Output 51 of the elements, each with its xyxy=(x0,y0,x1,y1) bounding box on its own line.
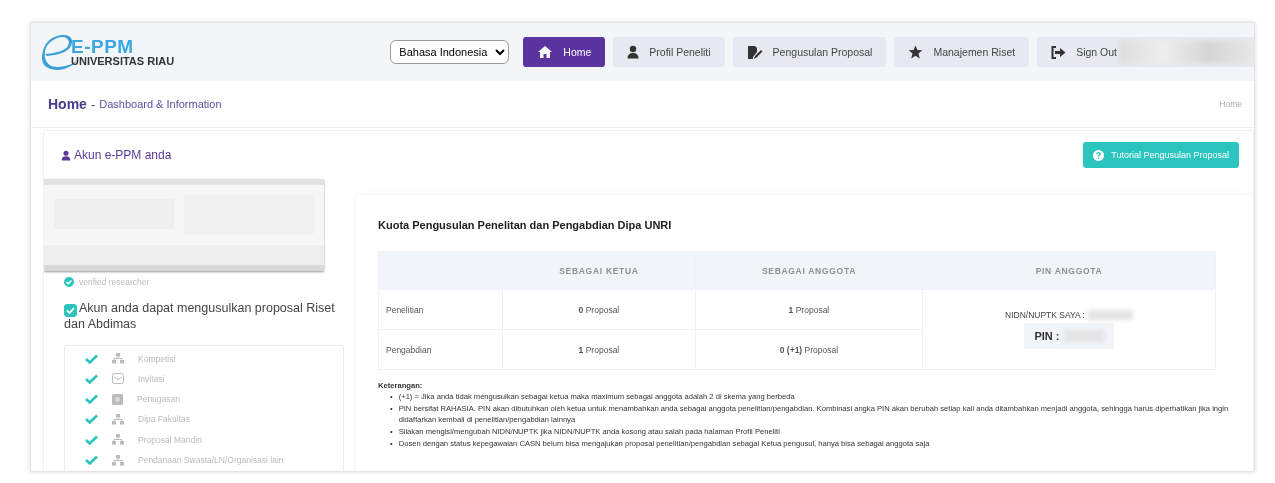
check-icon xyxy=(85,455,98,465)
check-icon xyxy=(85,414,98,425)
check-icon xyxy=(85,394,98,405)
check-icon xyxy=(85,353,98,364)
nav-button[interactable]: Sign Out xyxy=(1037,37,1254,67)
page-title: Home xyxy=(48,96,87,112)
scheme-label: Invitasi xyxy=(138,373,165,384)
star-icon xyxy=(908,45,924,59)
square-icon xyxy=(112,393,123,405)
column-header: SEBAGAI ANGGOTA xyxy=(695,251,923,290)
language-select[interactable]: Bahasa Indonesia xyxy=(390,40,510,64)
page-subtitle: Dashboard & Information xyxy=(99,98,222,110)
scheme-label: Penugasan xyxy=(137,394,180,405)
nav-button[interactable]: Pengusulan Proposal xyxy=(732,37,887,67)
sign-out-icon xyxy=(1051,45,1067,59)
nav-button[interactable]: Profil Peneliti xyxy=(613,37,725,67)
table-cell: 1 Proposal xyxy=(695,289,923,330)
document-pen-icon xyxy=(746,44,763,60)
scheme-label: Dipa Fakultas xyxy=(138,414,190,425)
home-icon xyxy=(537,45,554,59)
check-icon xyxy=(85,373,98,384)
logo-title: E-PPM xyxy=(71,37,135,56)
column-header: SEBAGAI KETUA xyxy=(502,251,696,290)
pin-box: PIN : xyxy=(1024,323,1114,349)
sitemap-icon xyxy=(112,353,124,364)
check-icon xyxy=(85,434,98,445)
quota-title: Kuota Pengusulan Penelitan dan Pengabdian Dipa UNRI xyxy=(378,219,673,231)
eligibility-text: Akun anda dapat mengusulkan proposal Riset dan Abdimas xyxy=(64,301,336,332)
table-cell: 0 Proposal xyxy=(502,289,696,330)
column-header: PIN ANGGOTA xyxy=(922,251,1216,290)
section-title: Akun e-PPM anda xyxy=(74,148,172,162)
sitemap-icon xyxy=(112,434,124,446)
nav-button[interactable]: Home xyxy=(523,37,606,67)
table-cell: 1 Proposal xyxy=(502,329,696,370)
blurred-nidn xyxy=(1088,310,1133,320)
verified-label: verified researcher xyxy=(79,277,150,287)
sitemap-icon xyxy=(112,413,124,425)
help-icon xyxy=(1093,149,1105,161)
scheme-label: Kompetisi xyxy=(138,353,176,364)
table-cell: Penelitian xyxy=(378,289,503,330)
scheme-label: Proposal Mandiri xyxy=(138,434,202,445)
table-cell: Pengabdian xyxy=(378,329,503,370)
sitemap-icon xyxy=(112,454,124,466)
nidn-label: NIDN/NUPTK SAYA : xyxy=(1005,310,1085,320)
logo-subtitle: UNIVERSITAS RIAU xyxy=(71,56,175,67)
user-icon xyxy=(61,149,71,161)
envelope-icon xyxy=(112,373,124,385)
nav-button[interactable]: Manajemen Riset xyxy=(894,37,1030,67)
title-separator: - xyxy=(90,96,96,112)
user-icon xyxy=(627,45,640,59)
verified-icon xyxy=(64,277,74,287)
